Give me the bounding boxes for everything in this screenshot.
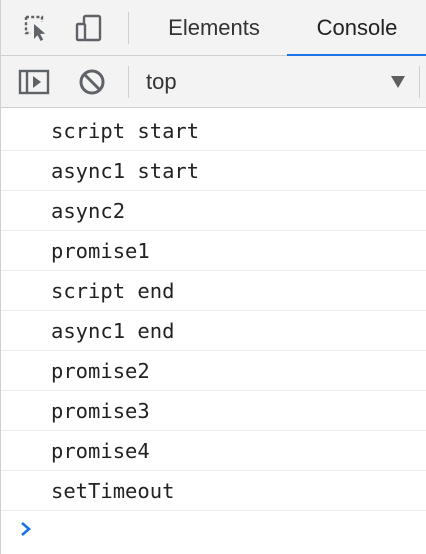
console-message[interactable]: promise3 xyxy=(1,391,426,431)
console-message-text: async1 start xyxy=(51,158,200,183)
console-message-text: promise4 xyxy=(51,438,150,463)
console-message[interactable]: async1 end xyxy=(1,311,426,351)
execution-context-select[interactable]: top xyxy=(129,62,411,102)
toolbar-divider xyxy=(419,66,420,98)
console-message-text: promise1 xyxy=(51,238,150,263)
console-message[interactable]: setTimeout xyxy=(1,471,426,511)
console-prompt[interactable] xyxy=(1,511,426,547)
inspect-element-icon[interactable] xyxy=(21,12,53,44)
console-message[interactable]: script start xyxy=(1,111,426,151)
console-prompt-icon xyxy=(21,522,31,536)
console-message[interactable]: promise2 xyxy=(1,351,426,391)
console-message[interactable]: async1 start xyxy=(1,151,426,191)
console-message[interactable]: promise4 xyxy=(1,431,426,471)
console-message-text: promise2 xyxy=(51,358,150,383)
console-message-text: async2 xyxy=(51,198,126,223)
console-toolbar: top xyxy=(1,56,426,108)
tab-elements-label: Elements xyxy=(168,15,260,40)
console-message[interactable]: script end xyxy=(1,271,426,311)
toolbar-divider xyxy=(128,12,129,44)
console-message[interactable]: promise1 xyxy=(1,231,426,271)
console-message[interactable]: async2 xyxy=(1,191,426,231)
tab-console[interactable]: Console xyxy=(287,0,426,57)
devtools-panel: Elements Console top script start async1… xyxy=(0,0,426,554)
chevron-down-icon xyxy=(391,76,405,88)
device-toolbar-icon[interactable] xyxy=(73,12,105,44)
console-message-text: script end xyxy=(51,278,175,303)
console-message-text: setTimeout xyxy=(51,478,175,503)
execution-context-label: top xyxy=(146,69,177,94)
tab-elements[interactable]: Elements xyxy=(149,0,279,56)
console-message-text: async1 end xyxy=(51,318,175,343)
console-message-text: promise3 xyxy=(51,398,150,423)
clear-console-icon[interactable] xyxy=(76,66,108,98)
console-messages: script start async1 start async2 promise… xyxy=(1,111,426,511)
console-sidebar-icon[interactable] xyxy=(18,66,50,98)
devtools-tab-bar: Elements Console xyxy=(1,0,426,57)
console-message-text: script start xyxy=(51,118,200,143)
tab-console-label: Console xyxy=(316,15,398,40)
